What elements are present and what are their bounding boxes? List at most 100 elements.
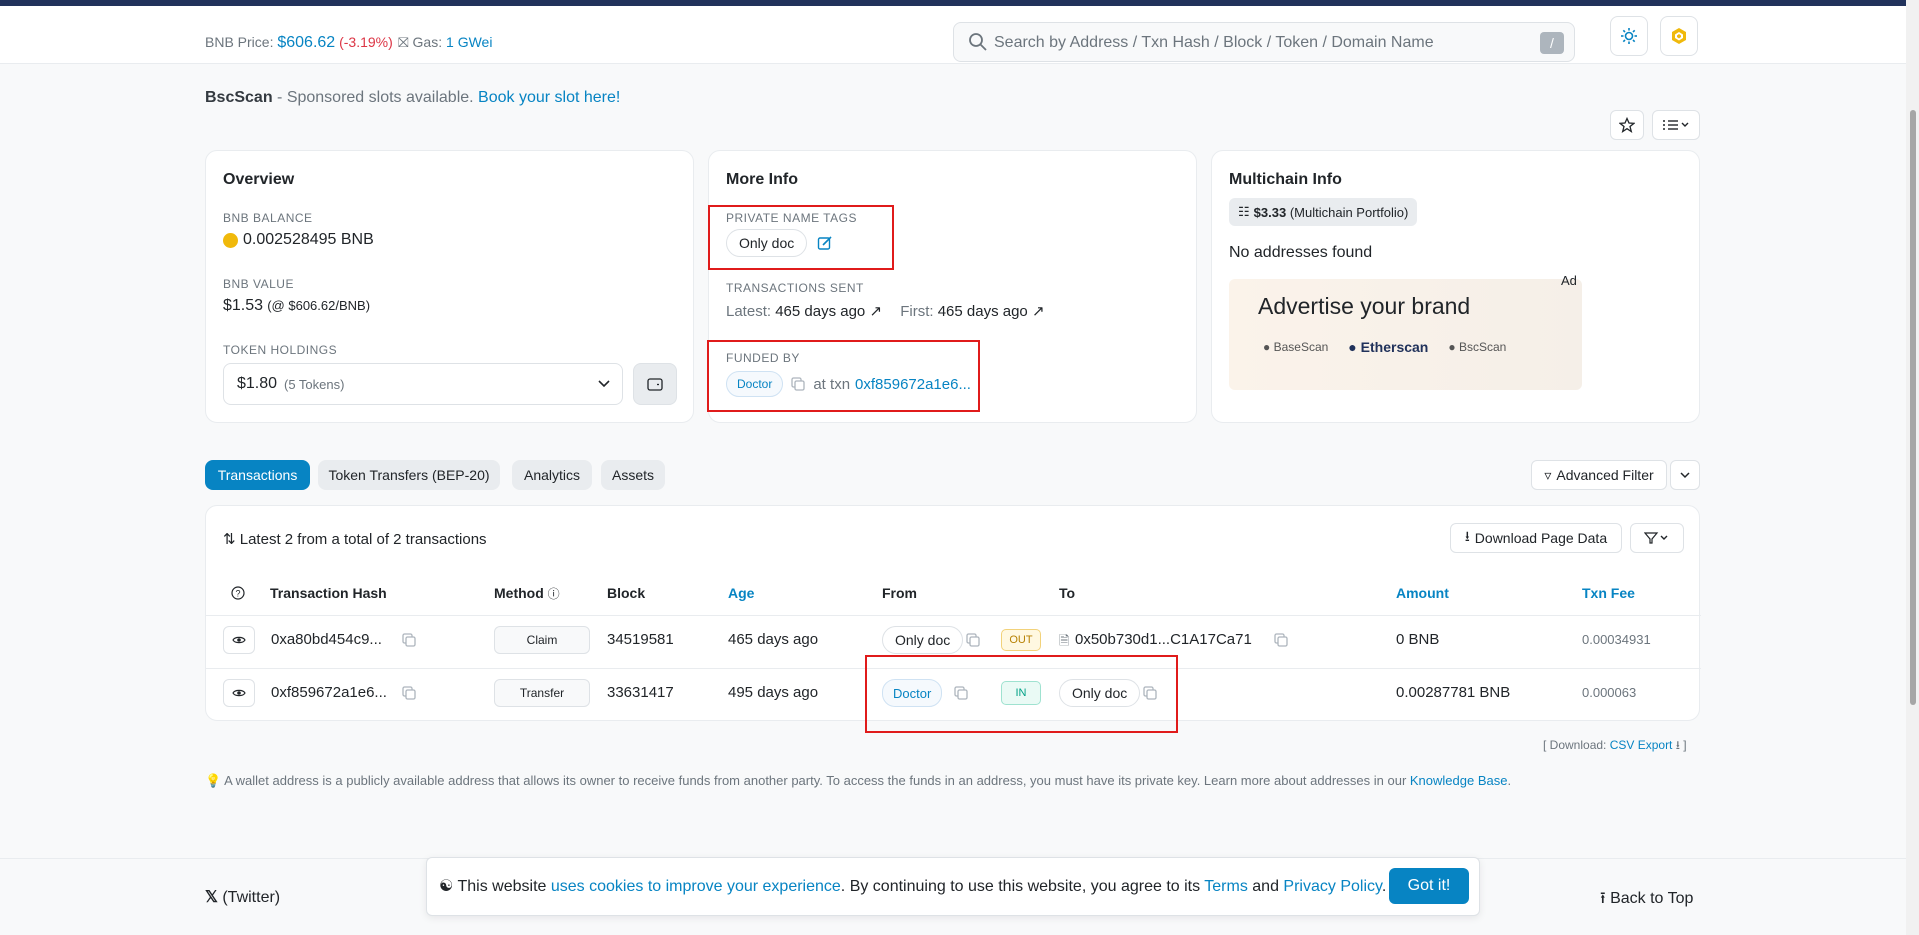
table-filter-button[interactable]: [1630, 523, 1684, 553]
arrow-up-right-icon: ↗: [869, 303, 883, 320]
info-icon[interactable]: ⓘ: [548, 587, 560, 601]
privacy-policy-link[interactable]: Privacy Policy: [1283, 878, 1381, 895]
highlight-funded-by: [707, 340, 980, 412]
transactions-sent: Latest: 465 days ago ↗ First: 465 days a…: [726, 303, 1045, 320]
header-amount[interactable]: Amount: [1396, 585, 1449, 601]
from-address-tag[interactable]: Only doc: [882, 626, 964, 654]
terms-link[interactable]: Terms: [1204, 878, 1248, 895]
copy-icon[interactable]: [402, 633, 416, 647]
highlight-private-tag: [708, 205, 894, 270]
header-to: To: [1059, 585, 1076, 601]
bnb-value: $1.53 (@ $606.62/BNB): [223, 297, 371, 314]
sponsor-banner: BscScan - Sponsored slots available. Boo…: [205, 89, 621, 106]
ad-label: Ad: [1561, 273, 1577, 288]
bnb-price-value[interactable]: $606.62: [277, 34, 335, 51]
tx-amount: 0.00287781 BNB: [1396, 684, 1511, 701]
wallet-button[interactable]: [633, 363, 677, 405]
wallet-icon: [647, 378, 663, 391]
search-shortcut-key: /: [1540, 32, 1564, 54]
csv-export-link[interactable]: CSV Export: [1610, 738, 1673, 752]
method-badge: Transfer: [494, 679, 590, 707]
tx-fee: 0.000063: [1582, 685, 1637, 700]
chevron-down-icon: [598, 380, 610, 388]
scrollbar-thumb[interactable]: [1910, 110, 1916, 705]
star-icon: [1619, 117, 1635, 133]
ad-brand: ● BscScan: [1448, 340, 1507, 354]
tab-assets[interactable]: Assets: [601, 460, 665, 490]
favorite-button[interactable]: [1610, 110, 1644, 140]
ad-banner[interactable]: Ad Advertise your brand ● BaseScan ● Eth…: [1229, 273, 1582, 390]
header-from: From: [882, 585, 917, 601]
lightbulb-icon: 💡: [205, 773, 222, 788]
header-txn-fee[interactable]: Txn Fee: [1582, 585, 1635, 601]
top-bar: BNB Price: $606.62 (-3.19%) ⛝ Gas: 1 GWe…: [0, 6, 1919, 64]
bnb-balance: 0.002528495 BNB: [223, 231, 374, 249]
help-icon[interactable]: ?: [231, 586, 245, 600]
search-bar[interactable]: /: [953, 22, 1575, 62]
to-address-link[interactable]: 0x50b730d1...C1A17Ca71: [1075, 631, 1252, 648]
back-to-top-link[interactable]: ⭱ Back to Top: [1600, 887, 1693, 914]
cookie-policy-link[interactable]: uses cookies to improve your experience: [551, 878, 841, 895]
advanced-filter-dropdown[interactable]: [1670, 460, 1700, 490]
sun-icon: [1621, 28, 1637, 44]
eye-icon: [232, 636, 246, 644]
copy-icon[interactable]: [1274, 633, 1288, 647]
multichain-card: Multichain Info ☷ $3.33 (Multichain Port…: [1211, 150, 1700, 423]
bnb-network-button[interactable]: [1660, 16, 1698, 56]
header-transaction-hash: Transaction Hash: [270, 585, 387, 601]
advanced-filter-button[interactable]: ▿ Advanced Filter: [1531, 460, 1667, 490]
ad-brands: ● BaseScan ● Etherscan ● BscScan: [1263, 339, 1506, 355]
tx-age: 495 days ago: [728, 684, 819, 701]
twitter-link[interactable]: 𝕏 (Twitter): [205, 887, 280, 907]
bnb-price: BNB Price: $606.62 (-3.19%): [205, 34, 393, 51]
download-page-data-button[interactable]: ⭳ Download Page Data: [1450, 523, 1622, 553]
bnb-balance-label: BNB BALANCE: [223, 211, 313, 225]
svg-text:?: ?: [235, 589, 240, 599]
more-options-button[interactable]: [1652, 110, 1700, 140]
token-holdings-dropdown[interactable]: $1.80 (5 Tokens): [223, 363, 623, 405]
book-slot-link[interactable]: Book your slot here!: [478, 89, 620, 106]
ad-brand: ● Etherscan: [1348, 339, 1429, 355]
cookie-text: ☯ This website uses cookies to improve y…: [439, 878, 1387, 895]
direction-badge-out: OUT: [1001, 629, 1041, 651]
copy-icon[interactable]: [402, 686, 416, 700]
knowledge-base-link[interactable]: Knowledge Base: [1410, 773, 1508, 788]
arrow-up-icon: ⭱: [1600, 890, 1606, 907]
tab-transactions[interactable]: Transactions: [205, 460, 310, 490]
bnb-value-label: BNB VALUE: [223, 277, 294, 291]
token-holdings-label: TOKEN HOLDINGS: [223, 343, 338, 357]
sort-icon: ⇅: [223, 531, 236, 548]
tx-hash-link[interactable]: 0xa80bd454c9...: [271, 631, 382, 648]
ad-brand: ● BaseScan: [1263, 340, 1329, 354]
list-options-icon: [1663, 120, 1689, 130]
block-link[interactable]: 34519581: [607, 631, 674, 648]
eye-icon: [232, 689, 246, 697]
wallet-info-note: 💡 A wallet address is a publicly availab…: [205, 773, 1512, 788]
filter-icon: [1644, 532, 1668, 544]
theme-toggle-button[interactable]: [1610, 16, 1648, 56]
view-tx-button[interactable]: [223, 679, 255, 707]
bnb-coin-icon: [223, 232, 238, 248]
coins-icon: ☷: [1238, 204, 1250, 219]
tx-hash-link[interactable]: 0xf859672a1e6...: [271, 684, 387, 701]
view-tx-button[interactable]: [223, 626, 255, 654]
gas-pump-icon: ⛝: [398, 34, 409, 50]
header-block: Block: [607, 585, 646, 601]
header-age[interactable]: Age: [728, 585, 754, 601]
overview-card: Overview BNB BALANCE 0.002528495 BNB BNB…: [205, 150, 694, 423]
first-tx-link[interactable]: 465 days ago: [938, 303, 1028, 320]
search-icon: [969, 33, 987, 51]
tab-analytics[interactable]: Analytics: [512, 460, 592, 490]
block-link[interactable]: 33631417: [607, 684, 674, 701]
multichain-portfolio-button[interactable]: ☷ $3.33 (Multichain Portfolio): [1229, 198, 1418, 226]
header-method: Method ⓘ: [494, 585, 560, 601]
latest-tx-link[interactable]: 465 days ago: [775, 303, 865, 320]
copy-icon[interactable]: [966, 633, 980, 647]
tab-token-transfers[interactable]: Token Transfers (BEP-20): [318, 460, 500, 490]
search-input[interactable]: [994, 31, 1514, 55]
cookie-banner: ☯ This website uses cookies to improve y…: [426, 857, 1480, 916]
gas-value[interactable]: 1 GWei: [446, 34, 492, 50]
bnb-price-change: (-3.19%): [339, 34, 393, 50]
arrow-up-right-icon: ↗: [1031, 303, 1045, 320]
accept-cookies-button[interactable]: Got it!: [1389, 868, 1469, 904]
